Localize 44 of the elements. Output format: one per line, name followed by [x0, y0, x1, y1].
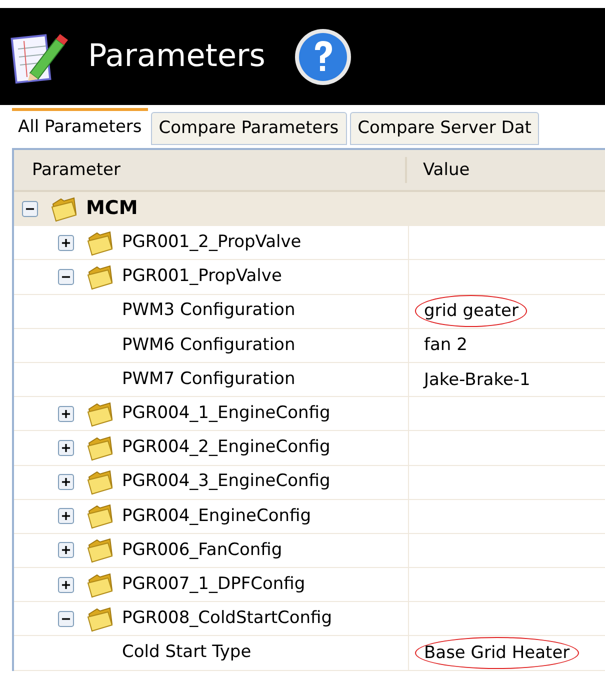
- expand-icon[interactable]: [58, 474, 74, 490]
- tree-node-label[interactable]: PGR001_PropValve: [122, 264, 282, 290]
- expand-icon[interactable]: [58, 508, 74, 524]
- tree-node-label[interactable]: PGR004_1_EngineConfig: [122, 400, 330, 426]
- tree-node-label[interactable]: PGR006_FanConfig: [122, 538, 282, 564]
- folder-icon: [50, 196, 78, 222]
- tree-node-label[interactable]: PGR004_EngineConfig: [122, 504, 311, 530]
- folder-icon: [86, 434, 114, 461]
- parameter-name: PWM7 Configuration: [122, 368, 296, 391]
- tree-node-label[interactable]: MCM: [86, 194, 138, 223]
- expand-icon[interactable]: [58, 576, 74, 593]
- folder-icon: [86, 230, 114, 256]
- page-title: Parameters: [88, 37, 266, 76]
- folder-icon: [86, 503, 114, 530]
- folder-icon: [86, 537, 114, 564]
- tree-node-label[interactable]: PGR008_ColdStartConfig: [122, 606, 332, 632]
- help-icon[interactable]: [293, 26, 354, 86]
- expand-icon[interactable]: [58, 440, 74, 456]
- tree-node-label[interactable]: PGR007_1_DPFConfig: [122, 572, 306, 598]
- tree-node-label[interactable]: PGR001_2_PropValve: [122, 230, 302, 256]
- collapse-icon[interactable]: [58, 268, 74, 285]
- folder-icon: [86, 606, 114, 632]
- collapse-icon[interactable]: [22, 200, 38, 217]
- expand-icon[interactable]: [58, 542, 74, 558]
- expand-icon[interactable]: [58, 406, 74, 422]
- folder-icon: [86, 264, 114, 290]
- column-header[interactable]: Value: [407, 157, 470, 183]
- folder-icon: [86, 469, 114, 496]
- tree-node-label[interactable]: PGR004_2_EngineConfig: [122, 435, 330, 461]
- expand-icon[interactable]: [58, 234, 74, 251]
- folder-icon: [86, 400, 114, 427]
- parameter-value[interactable]: fan 2: [415, 329, 476, 362]
- tree-node-label[interactable]: PGR004_3_EngineConfig: [122, 469, 330, 495]
- parameter-value[interactable]: grid geater: [415, 295, 528, 328]
- collapse-icon[interactable]: [58, 610, 74, 627]
- column-header[interactable]: Parameter: [14, 157, 407, 183]
- parameter-name: Cold Start Type: [122, 641, 252, 664]
- folder-icon: [86, 572, 114, 598]
- parameter-value[interactable]: Base Grid Heater: [415, 637, 579, 670]
- tab[interactable]: Compare Parameters: [150, 112, 347, 145]
- parameter-name: PWM3 Configuration: [122, 299, 296, 322]
- parameter-name: PWM6 Configuration: [122, 334, 296, 357]
- parameter-value[interactable]: Jake-Brake-1: [415, 364, 540, 396]
- tab[interactable]: Compare Server Dat: [350, 112, 540, 145]
